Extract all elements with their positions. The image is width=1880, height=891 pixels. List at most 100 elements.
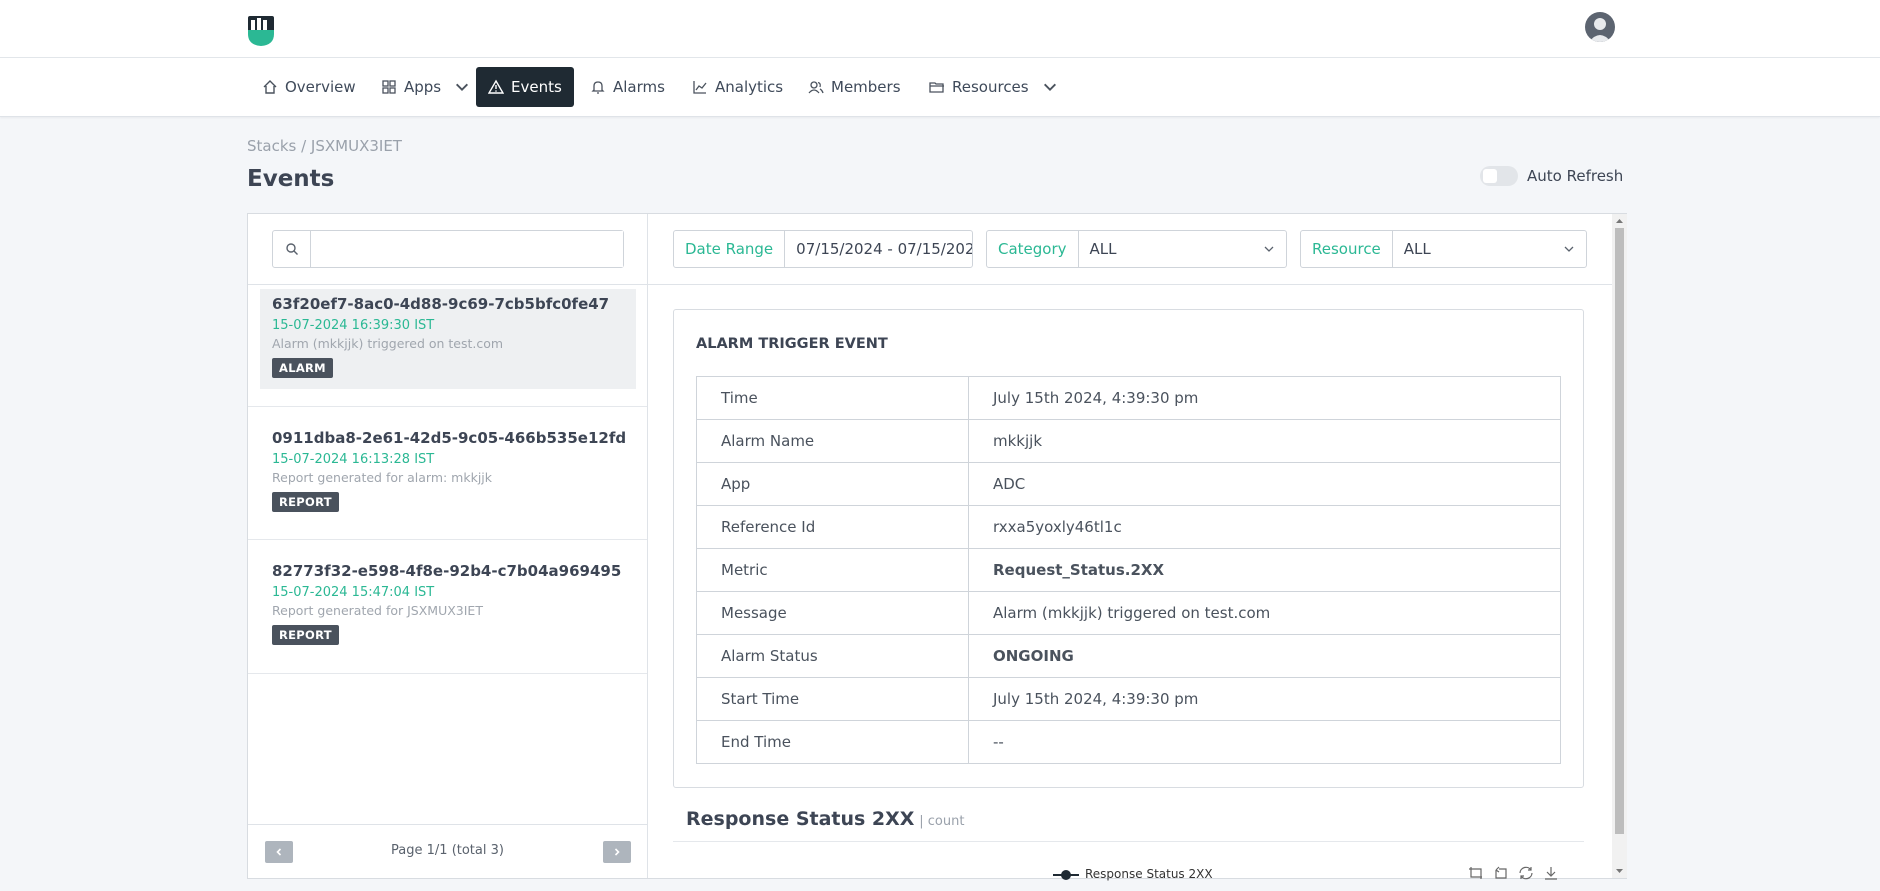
search-box [272,230,624,268]
resource-select[interactable]: ALL [1393,231,1586,267]
chevron-right-icon [614,848,620,856]
table-row: Alarm Status ONGOING [696,634,1561,678]
category-value: ALL [1089,240,1117,258]
nav-analytics-label: Analytics [715,78,784,96]
event-list-item[interactable]: 0911dba8-2e61-42d5-9c05-466b535e12fd 15-… [260,423,636,523]
event-detail-table: Time July 15th 2024, 4:39:30 pm Alarm Nam… [696,376,1561,764]
event-time: 15-07-2024 15:47:04 IST [272,585,435,600]
table-row: Alarm Name mkkjjk [696,419,1561,463]
page-title: Events [247,166,335,192]
event-description: Report generated for JSXMUX3IET [272,603,483,618]
logo-icon[interactable] [247,15,275,47]
scrollbar[interactable] [1612,214,1627,878]
event-detail: ALARM TRIGGER EVENT Time July 15th 2024, … [673,309,1584,788]
grid-icon [382,80,396,94]
nav-members[interactable]: Members [796,67,913,107]
table-row: Time July 15th 2024, 4:39:30 pm [696,376,1561,420]
event-detail-title: ALARM TRIGGER EVENT [696,336,888,352]
event-list-item[interactable]: 63f20ef7-8ac0-4d88-9c69-7cb5bfc0fe47 15-… [260,289,636,389]
chart-title: Response Status 2XX [686,808,915,830]
detail-key: Start Time [696,677,969,721]
resource-label: Resource [1301,231,1393,267]
event-id: 0911dba8-2e61-42d5-9c05-466b535e12fd [272,429,627,447]
nav-resources[interactable]: Resources [917,67,1070,107]
breadcrumb[interactable]: Stacks / JSXMUX3IET [247,137,402,155]
table-row: App ADC [696,462,1561,506]
nav-analytics[interactable]: Analytics [680,67,795,107]
event-description: Alarm (mkkjjk) triggered on test.com [272,336,504,351]
scrollbar-thumb[interactable] [1615,228,1624,834]
divider [248,406,647,407]
detail-value: -- [968,720,1561,764]
warning-icon [488,79,504,94]
category-filter: Category ALL [986,230,1287,268]
divider [248,673,647,674]
detail-value: ADC [968,462,1561,506]
table-row: Reference Id rxxa5yoxly46tl1c [696,505,1561,549]
home-icon [263,80,277,94]
category-select[interactable]: ALL [1079,231,1286,267]
nav-alarms[interactable]: Alarms [578,67,677,107]
date-range-label: Date Range [674,231,786,267]
main-nav: Overview Apps Events Alarms Analytics Me… [0,58,1880,117]
divider [248,824,647,825]
event-type-badge: REPORT [272,492,339,512]
next-page-button[interactable] [603,841,631,863]
legend-label: Response Status 2XX [1085,867,1213,881]
table-row: End Time -- [696,720,1561,764]
scroll-up-icon[interactable] [1612,216,1627,226]
zoom-select-icon[interactable] [1468,866,1484,880]
chevron-down-icon [1264,246,1274,252]
legend-line-icon [1053,870,1079,880]
resource-value: ALL [1403,240,1431,258]
search-icon-wrap [273,231,311,267]
events-card: 63f20ef7-8ac0-4d88-9c69-7cb5bfc0fe47 15-… [247,213,1627,881]
nav-overview[interactable]: Overview [250,67,368,107]
resource-filter: Resource ALL [1300,230,1587,268]
nav-resources-label: Resources [952,78,1029,96]
bell-icon [591,81,605,94]
chevron-down-icon [456,83,469,91]
date-range-input[interactable]: 07/15/2024 - 07/15/2024 [785,231,972,267]
nav-events-label: Events [511,78,562,96]
chart-header: Response Status 2XX | count [673,803,1584,842]
event-list-item[interactable]: 82773f32-e598-4f8e-92b4-c7b04a969495 15-… [260,556,636,656]
event-type-badge: REPORT [272,625,339,645]
detail-key: Alarm Name [696,419,969,463]
auto-refresh-toggle[interactable] [1480,166,1518,186]
nav-alarms-label: Alarms [613,78,665,96]
top-bar [0,0,1880,58]
nav-apps[interactable]: Apps [369,67,482,107]
event-id: 82773f32-e598-4f8e-92b4-c7b04a969495 [272,562,622,580]
nav-overview-label: Overview [285,78,356,96]
download-icon[interactable] [1543,866,1559,880]
restore-icon[interactable] [1518,866,1534,880]
chart-legend[interactable]: Response Status 2XX [1053,867,1213,881]
event-type-badge: ALARM [272,358,333,378]
nav-apps-label: Apps [404,78,442,96]
detail-value: ONGOING [968,634,1561,678]
search-input[interactable] [311,231,623,267]
search-icon [285,243,298,255]
scroll-down-icon[interactable] [1612,866,1627,876]
divider [248,539,647,540]
event-time: 15-07-2024 16:13:28 IST [272,452,435,467]
detail-key: End Time [696,720,969,764]
event-time: 15-07-2024 16:39:30 IST [272,318,435,333]
table-row: Start Time July 15th 2024, 4:39:30 pm [696,677,1561,721]
event-description: Report generated for alarm: mkkjjk [272,470,493,485]
detail-value: Alarm (mkkjjk) triggered on test.com [968,591,1561,635]
avatar[interactable] [1585,12,1615,42]
chevron-down-icon [1043,83,1056,91]
nav-events[interactable]: Events [476,67,574,107]
detail-value: Request_Status.2XX [968,548,1561,592]
event-id: 63f20ef7-8ac0-4d88-9c69-7cb5bfc0fe47 [272,295,610,313]
detail-value: July 15th 2024, 4:39:30 pm [968,376,1561,420]
user-avatar-icon [1589,18,1611,42]
detail-key: Time [696,376,969,420]
zoom-reset-icon[interactable] [1493,866,1509,880]
chart-toolbox [1468,866,1559,880]
events-list-panel: 63f20ef7-8ac0-4d88-9c69-7cb5bfc0fe47 15-… [248,214,648,878]
divider [248,284,647,285]
nav-members-label: Members [831,78,901,96]
